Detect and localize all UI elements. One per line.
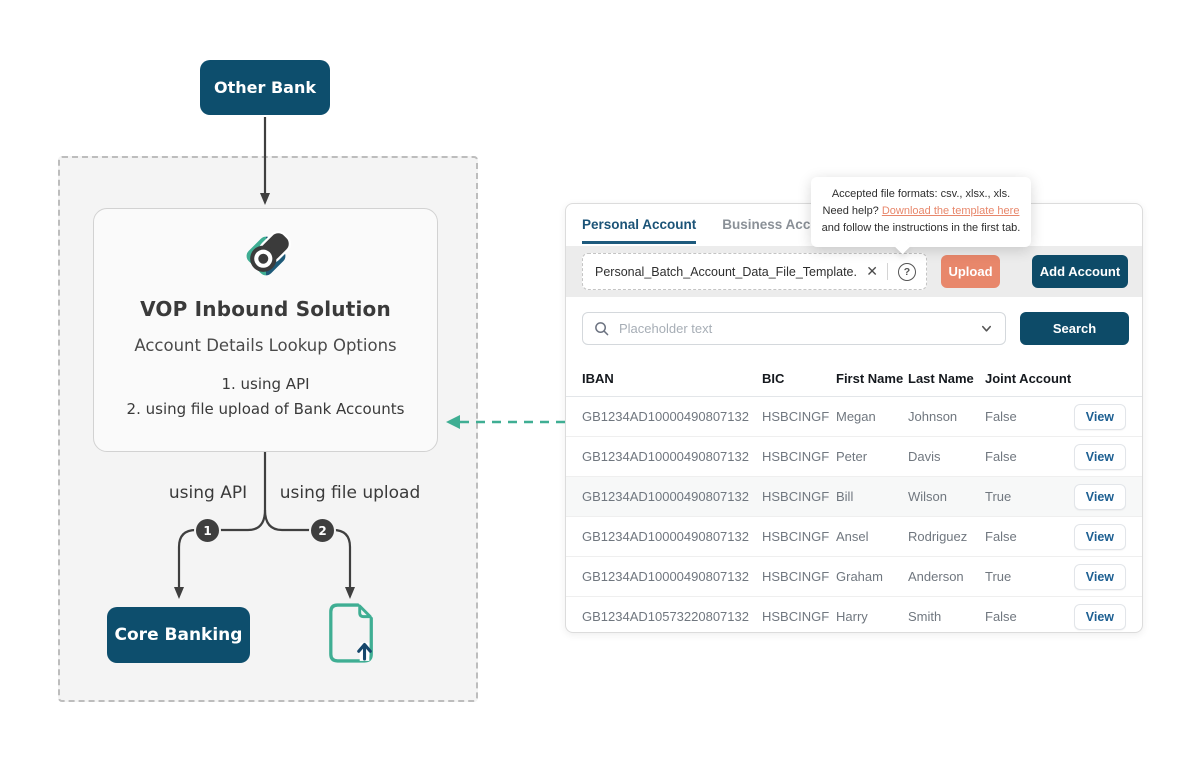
accounts-table: IBAN BIC First Name Last Name Joint Acco… [566,361,1142,636]
cell-bic: HSBCINGF [762,609,836,624]
other-bank-label: Other Bank [214,78,316,97]
upload-button[interactable]: Upload [941,255,1000,288]
view-button[interactable]: View [1074,604,1126,630]
download-template-link[interactable]: Download the template here [882,205,1020,217]
account-panel: Personal Account Business Account Person… [565,203,1143,633]
cell-joint-account: False [985,609,1074,624]
cell-iban: GB1234AD10573220807132 [582,609,762,624]
branch-label-file-upload: using file upload [268,483,432,503]
table-row: GB1234AD10000490807132 HSBCINGF Megan Jo… [566,397,1142,437]
cell-iban: GB1234AD10000490807132 [582,409,762,424]
cell-iban: GB1234AD10000490807132 [582,489,762,504]
column-header-last-name: Last Name [908,371,985,386]
table-row: GB1234AD10573220807132 HSBCINGF Harry Sm… [566,597,1142,636]
search-icon [594,321,609,336]
vop-logo-icon [237,227,295,285]
table-row: GB1234AD10000490807132 HSBCINGF Bill Wil… [566,477,1142,517]
file-upload-icon [326,601,378,665]
upload-help-tooltip: Accepted file formats: csv., xlsx., xls.… [811,177,1031,247]
add-account-button[interactable]: Add Account [1032,255,1128,288]
cell-joint-account: False [985,409,1074,424]
table-row: GB1234AD10000490807132 HSBCINGF Graham A… [566,557,1142,597]
cell-last-name: Smith [908,609,985,624]
column-header-first-name: First Name [836,371,908,386]
cell-bic: HSBCINGF [762,489,836,504]
other-bank-node: Other Bank [200,60,330,115]
table-row: GB1234AD10000490807132 HSBCINGF Peter Da… [566,437,1142,477]
cell-iban: GB1234AD10000490807132 [582,449,762,464]
view-button[interactable]: View [1074,524,1126,550]
cell-first-name: Bill [836,489,908,504]
clear-file-icon[interactable]: ✕ [857,263,887,280]
table-body: GB1234AD10000490807132 HSBCINGF Megan Jo… [566,397,1142,636]
cell-last-name: Johnson [908,409,985,424]
vop-subtitle: Account Details Lookup Options [134,336,396,355]
view-button[interactable]: View [1074,484,1126,510]
uploaded-filename: Personal_Batch_Account_Data_File_Templat… [583,265,857,279]
help-icon[interactable]: ? [898,263,916,281]
view-button[interactable]: View [1074,404,1126,430]
cell-joint-account: True [985,489,1074,504]
chevron-down-icon[interactable] [980,322,993,335]
column-header-iban: IBAN [582,371,762,386]
branch-number-2-badge: 2 [309,517,336,544]
file-upload-field[interactable]: Personal_Batch_Account_Data_File_Templat… [582,253,927,290]
cell-joint-account: True [985,569,1074,584]
cell-joint-account: False [985,529,1074,544]
cell-last-name: Davis [908,449,985,464]
cell-first-name: Megan [836,409,908,424]
core-banking-node: Core Banking [107,607,250,663]
cell-first-name: Graham [836,569,908,584]
divider [887,263,888,280]
cell-first-name: Harry [836,609,908,624]
search-input[interactable] [617,320,980,337]
core-banking-label: Core Banking [115,625,243,645]
cell-first-name: Ansel [836,529,908,544]
cell-iban: GB1234AD10000490807132 [582,569,762,584]
cell-first-name: Peter [836,449,908,464]
table-row: GB1234AD10000490807132 HSBCINGF Ansel Ro… [566,517,1142,557]
vop-title: VOP Inbound Solution [140,297,391,321]
tooltip-text-2: and follow the instructions in the first… [822,222,1021,234]
cell-last-name: Anderson [908,569,985,584]
view-button[interactable]: View [1074,564,1126,590]
cell-last-name: Rodriguez [908,529,985,544]
cell-last-name: Wilson [908,489,985,504]
cell-iban: GB1234AD10000490807132 [582,529,762,544]
column-header-joint-account: Joint Account [985,371,1074,386]
branch-number-1-badge: 1 [194,517,221,544]
search-field[interactable] [582,312,1006,345]
vop-inbound-box: VOP Inbound Solution Account Details Loo… [93,208,438,452]
view-button[interactable]: View [1074,444,1126,470]
cell-bic: HSBCINGF [762,529,836,544]
table-header-row: IBAN BIC First Name Last Name Joint Acco… [566,361,1142,397]
branch-label-api: using API [150,483,266,503]
cell-bic: HSBCINGF [762,569,836,584]
vop-option-2: 2. using file upload of Bank Accounts [127,397,405,422]
vop-option-1: 1. using API [127,372,405,397]
column-header-bic: BIC [762,371,836,386]
tab-bar: Personal Account Business Account [582,217,840,244]
cell-joint-account: False [985,449,1074,464]
tab-personal-account[interactable]: Personal Account [582,217,696,244]
cell-bic: HSBCINGF [762,409,836,424]
cell-bic: HSBCINGF [762,449,836,464]
search-button[interactable]: Search [1020,312,1129,345]
